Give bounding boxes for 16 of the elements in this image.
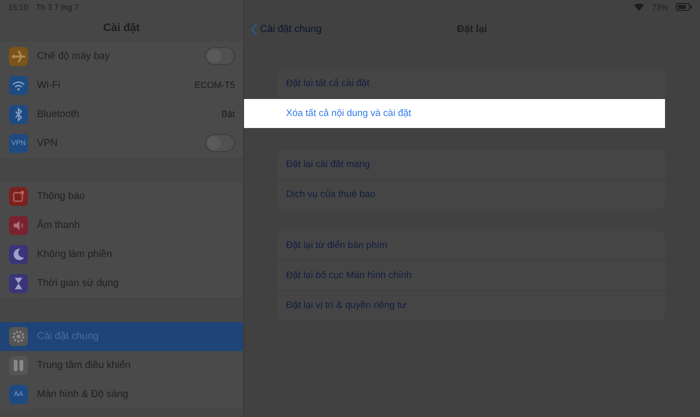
- moon-icon: [9, 245, 28, 264]
- bluetooth-icon: [9, 105, 28, 124]
- airplane-icon: [9, 47, 28, 66]
- notification-icon: [9, 187, 28, 206]
- speaker-icon: [9, 216, 28, 235]
- toggle-switch[interactable]: [205, 47, 235, 65]
- toggle-switch[interactable]: [205, 134, 235, 152]
- battery-icon: [676, 3, 692, 11]
- wifi-icon: [9, 76, 28, 95]
- gear-icon: [9, 327, 28, 346]
- sliders-icon: [9, 356, 28, 375]
- hourglass-icon: [9, 274, 28, 293]
- wifi-icon: [634, 3, 644, 11]
- reset-option[interactable]: Xóa tất cả nội dung và cài đặt: [244, 99, 665, 128]
- back-button[interactable]: Cài đặt chung: [244, 22, 322, 36]
- chevron-icon: [250, 22, 258, 36]
